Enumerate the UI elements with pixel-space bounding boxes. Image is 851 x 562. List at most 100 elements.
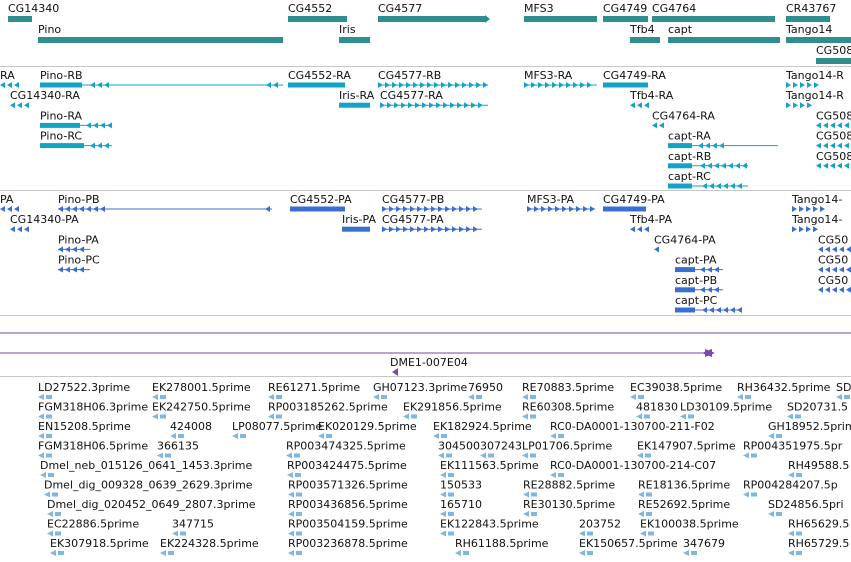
est-feature[interactable]: RP003236878.5prime	[288, 537, 408, 556]
est-feature[interactable]: 481830	[636, 401, 678, 420]
clone-label[interactable]: DME1-007E04	[390, 356, 468, 369]
est-feature[interactable]: SD24856.5pri	[768, 498, 844, 517]
est-feature[interactable]: GH18952.5prime	[768, 420, 851, 439]
transcript-feature[interactable]: RA	[0, 69, 19, 88]
protein-feature[interactable]: Tfb4-PA	[629, 213, 672, 233]
est-feature[interactable]: EK242750.5prime	[152, 401, 251, 420]
est-feature[interactable]: 165710	[440, 498, 482, 517]
gene-feature[interactable]: Tfb4	[629, 23, 660, 43]
gene-feature[interactable]: CG4764	[652, 2, 775, 22]
gene-feature[interactable]: CG14340	[8, 2, 59, 22]
est-feature[interactable]: EK122843.5prime	[440, 518, 539, 537]
transcript-feature[interactable]: Iris-RA	[339, 89, 375, 108]
gene-feature[interactable]: CG4552	[288, 2, 347, 22]
gene-feature[interactable]: CR43767	[786, 2, 836, 22]
est-feature[interactable]: RE60308.5prime	[522, 401, 614, 420]
protein-feature[interactable]: CG4749-PA	[603, 193, 665, 212]
transcript-feature[interactable]: CG508	[816, 109, 851, 129]
est-feature[interactable]: EN15208.5prime	[38, 420, 131, 439]
est-feature[interactable]: 347715	[172, 518, 214, 537]
protein-feature[interactable]: Tango14-	[791, 193, 842, 212]
est-feature[interactable]: EK150657.5prime	[579, 537, 678, 556]
transcript-feature[interactable]: Tango14-R	[785, 69, 844, 88]
protein-feature[interactable]: Pino-PA	[58, 233, 99, 253]
protein-feature[interactable]: PA	[0, 193, 19, 212]
transcript-feature[interactable]: CG4764-RA	[652, 109, 715, 129]
transcript-feature[interactable]: CG14340-RA	[10, 89, 80, 109]
transcript-feature[interactable]: Tango14-R	[785, 89, 844, 109]
est-feature[interactable]: RP003504159.5prime	[288, 518, 408, 537]
protein-feature[interactable]: Pino-PC	[58, 254, 100, 273]
est-feature[interactable]: 203752	[579, 518, 621, 537]
est-feature[interactable]: RE18136.5prime	[638, 479, 730, 498]
est-feature[interactable]: RC0-DA0001-130700-211-F02	[550, 420, 715, 439]
est-feature[interactable]: GH07123.3prime	[373, 381, 468, 400]
est-feature[interactable]: EK111563.5prime	[440, 459, 539, 478]
transcript-feature[interactable]: Pino-RA	[40, 109, 112, 129]
transcript-feature[interactable]: MFS3-RA	[524, 69, 597, 88]
est-feature[interactable]: RE52692.5prime	[638, 498, 730, 517]
est-feature[interactable]: RH61188.5prime	[455, 537, 549, 556]
est-feature[interactable]: Dmel_neb_015126_0641_1453.3prime	[40, 459, 252, 478]
est-feature[interactable]: LP01706.5prime	[522, 440, 613, 459]
protein-feature[interactable]: capt-PC	[675, 294, 742, 313]
protein-feature[interactable]: Iris-PA	[342, 213, 376, 232]
gene-feature[interactable]: Iris	[339, 23, 370, 43]
est-feature[interactable]: 76950	[468, 381, 503, 400]
gene-feature[interactable]: CG4577	[378, 2, 490, 23]
est-feature[interactable]: FGM318H06.5prime	[38, 440, 148, 459]
est-feature[interactable]: RE30130.5prime	[523, 498, 615, 517]
protein-feature[interactable]: CG50	[818, 254, 851, 273]
est-feature[interactable]: EK224328.5prime	[160, 537, 259, 556]
transcript-feature[interactable]: CG508	[816, 150, 851, 169]
transcript-feature[interactable]: CG4577-RA	[380, 89, 488, 109]
protein-feature[interactable]: Pino-PB	[58, 193, 272, 212]
est-feature[interactable]: RH36432.5prime	[737, 381, 831, 400]
protein-feature[interactable]: MFS3-PA	[527, 193, 595, 212]
protein-feature[interactable]: CG4577-PB	[382, 193, 482, 212]
est-feature[interactable]: EK100038.5prime	[640, 518, 739, 537]
est-feature[interactable]: RH65629.5	[788, 518, 849, 537]
est-feature[interactable]: RE70883.5prime	[522, 381, 614, 400]
transcript-feature[interactable]: CG4552-RA	[288, 69, 351, 88]
est-feature[interactable]: EC39038.5prime	[630, 381, 722, 400]
protein-feature[interactable]: Tango14-	[791, 213, 842, 233]
est-feature[interactable]: RC0-DA0001-130700-214-C07	[550, 459, 716, 478]
gene-feature[interactable]: CG508	[816, 44, 851, 64]
gene-feature[interactable]: capt	[668, 23, 780, 43]
est-feature[interactable]: 424008	[170, 420, 212, 439]
est-feature[interactable]: EK020129.5prime	[318, 420, 417, 439]
protein-feature[interactable]: CG4552-PA	[290, 193, 352, 212]
gene-feature[interactable]: CG4749	[603, 2, 648, 22]
est-feature[interactable]: FGM318H06.3prime	[38, 401, 148, 420]
est-feature[interactable]: RP003424475.5prime	[287, 459, 407, 478]
est-feature[interactable]: LD30109.5prime	[680, 401, 772, 420]
est-feature[interactable]: SD	[836, 381, 851, 400]
est-feature[interactable]: RP004284207.5p	[743, 479, 838, 498]
est-feature[interactable]: EK291856.5prime	[403, 401, 502, 420]
transcript-feature[interactable]: CG4749-RA	[603, 69, 666, 88]
gene-feature[interactable]: MFS3	[524, 2, 597, 22]
protein-feature[interactable]: CG4764-PA	[654, 233, 716, 253]
transcript-feature[interactable]: capt-RA	[668, 130, 778, 149]
est-feature[interactable]: RE61271.5prime	[268, 381, 360, 400]
est-feature[interactable]: EK278001.5prime	[152, 381, 251, 400]
est-feature[interactable]: EK182924.5prime	[433, 420, 532, 439]
est-feature[interactable]: RP003571326.5prime	[288, 479, 408, 498]
protein-feature[interactable]: CG50	[818, 274, 851, 293]
est-feature[interactable]: EK147907.5prime	[637, 440, 736, 459]
est-feature[interactable]: EC22886.5prime	[47, 518, 139, 537]
protein-feature[interactable]: capt-PB	[675, 274, 723, 293]
transcript-feature[interactable]: Pino-RB	[40, 69, 283, 88]
est-feature[interactable]: RP003474325.5prime	[286, 440, 406, 459]
est-feature[interactable]: SD20731.5	[787, 401, 848, 420]
gene-feature[interactable]: Pino	[38, 23, 283, 43]
transcript-feature[interactable]: CG4577-RB	[378, 69, 488, 88]
est-feature[interactable]: EK307918.5prime	[50, 537, 149, 556]
est-feature[interactable]: 304500	[438, 440, 480, 459]
est-feature[interactable]: Dmel_dig_020452_0649_2807.3prime	[47, 498, 256, 517]
est-feature[interactable]: 150533	[440, 479, 482, 498]
est-feature[interactable]: 366135	[157, 440, 199, 459]
est-feature[interactable]: 307243	[480, 440, 522, 459]
transcript-feature[interactable]: capt-RB	[668, 150, 748, 169]
